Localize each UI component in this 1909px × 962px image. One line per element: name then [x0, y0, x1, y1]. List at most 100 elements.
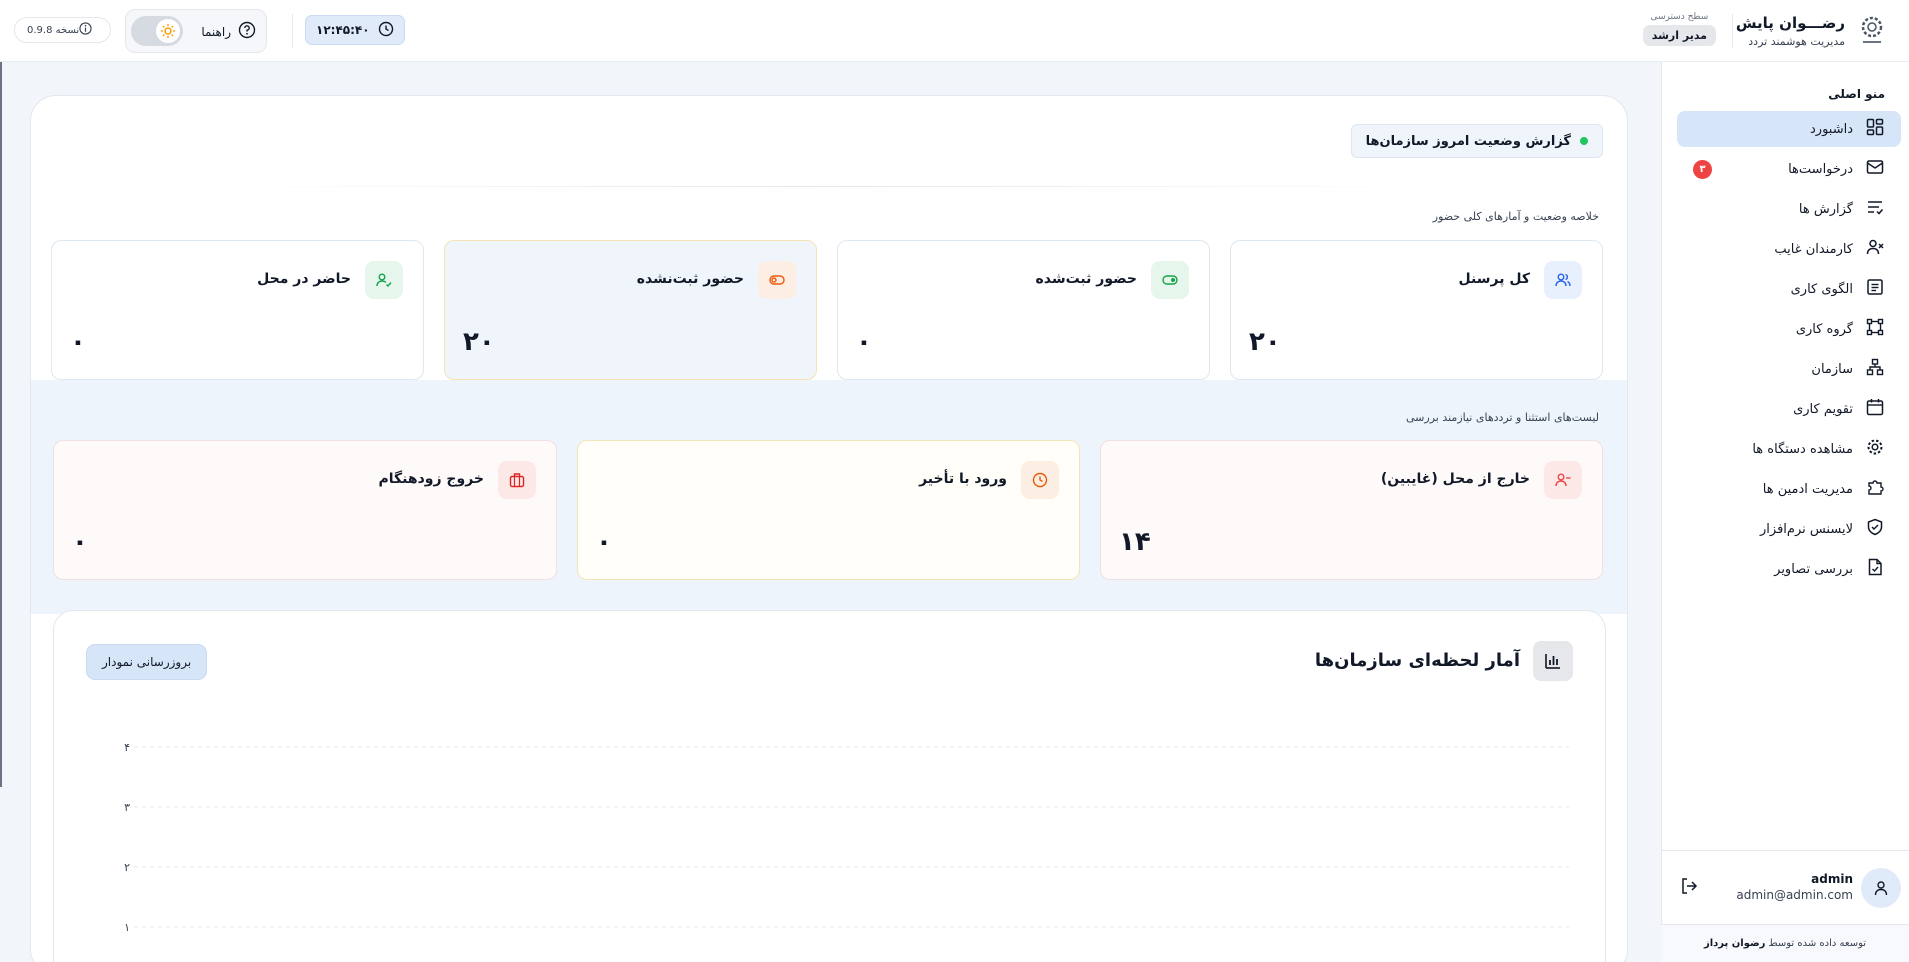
sidebar-item-label: تقویم کاری	[1793, 401, 1853, 417]
version-text: نسخه 0.9.8	[27, 24, 80, 36]
chart-card: آمار لحظه‌ای سازمان‌ها بروزرسانی نمودار …	[53, 610, 1606, 962]
logout-icon[interactable]	[1679, 876, 1699, 900]
divider	[292, 14, 293, 48]
stat-card-present-on-site[interactable]: حاضر در محل ۰	[51, 240, 424, 380]
stat-card-late-arrival[interactable]: ورود با تأخیر ۰	[577, 440, 1080, 580]
sidebar-item-organization[interactable]: سازمان	[1677, 351, 1901, 387]
stat-card-attendance-registered[interactable]: حضور ثبت‌شده ۰	[837, 240, 1210, 380]
brand-subtitle: مدیریت هوشمند تردد	[1748, 35, 1845, 48]
y-tick-label: ۴	[124, 741, 130, 754]
briefcase-icon	[498, 461, 536, 499]
chart-title: آمار لحظه‌ای سازمان‌ها	[1314, 650, 1520, 671]
main-content: گزارش وضعیت امروز سازمان‌ها خلاصه وضعیت …	[30, 95, 1628, 962]
y-tick-label: ۱	[124, 921, 130, 934]
bar-chart-icon	[1533, 641, 1573, 681]
sidebar-item-label: مدیریت ادمین ها	[1762, 481, 1853, 497]
sidebar-item-work-pattern[interactable]: الگوی کاری	[1677, 271, 1901, 307]
brand[interactable]: رضـــوان پایش مدیریت هوشمند تردد	[1736, 10, 1889, 52]
sidebar-item-label: گزارش ها	[1798, 201, 1853, 217]
sidebar-item-work-calendar[interactable]: تقویم کاری	[1677, 391, 1901, 427]
toggle-off-icon	[758, 261, 796, 299]
stat-value: ۲۰	[1249, 327, 1281, 357]
sidebar-item-view-devices[interactable]: مشاهده دستگاه ها	[1677, 431, 1901, 467]
users-icon	[1544, 261, 1582, 299]
stat-card-absent[interactable]: خارج از محل (غایبین) ۱۴	[1100, 440, 1603, 580]
help-label: راهنما	[201, 24, 231, 39]
dashboard-icon	[1865, 117, 1885, 141]
stat-label: حضور ثبت‌نشده	[636, 271, 744, 287]
stat-value: ۰	[70, 327, 86, 357]
question-icon	[238, 21, 256, 42]
sidebar-item-label: سازمان	[1811, 361, 1853, 377]
report-header-pill: گزارش وضعیت امروز سازمان‌ها	[1350, 124, 1603, 158]
access-level: سطح دسترسی مدیر ارشد	[1642, 12, 1716, 46]
user-x-icon	[1865, 237, 1885, 261]
puzzle-icon	[1865, 477, 1885, 501]
stat-label: حاضر در محل	[257, 271, 351, 287]
clock-time: ۱۲:۴۵:۴۰	[316, 23, 370, 37]
brand-logo-icon	[1855, 11, 1889, 51]
y-tick-label: ۲	[124, 861, 130, 874]
menu-title: منو اصلی	[1828, 87, 1885, 101]
stat-card-total-personnel[interactable]: کل پرسنل ۲۰	[1230, 240, 1603, 380]
sidebar-item-reports[interactable]: گزارش ها	[1677, 191, 1901, 227]
sidebar-item-label: داشبورد	[1810, 121, 1853, 137]
toggle-on-icon	[1151, 261, 1189, 299]
refresh-chart-button[interactable]: بروزرسانی نمودار	[86, 644, 208, 680]
summary-section-title: خلاصه وضعیت و آمارهای کلی حضور	[1432, 210, 1599, 223]
gear-icon	[1865, 437, 1885, 461]
stat-label: حضور ثبت‌شده	[1035, 271, 1137, 287]
sidebar-item-label: الگوی کاری	[1790, 281, 1853, 297]
inbox-icon	[1865, 157, 1885, 181]
stat-label: خارج از محل (غایبین)	[1380, 471, 1530, 487]
status-dot	[1580, 137, 1588, 145]
clock: ۱۲:۴۵:۴۰	[305, 15, 405, 45]
sidebar: منو اصلی داشبورد درخواست‌ها ۳ گزارش ها ک…	[1661, 62, 1909, 962]
org-chart-icon	[1865, 357, 1885, 381]
stat-value: ۰	[72, 527, 88, 557]
brand-name: رضـــوان پایش	[1735, 14, 1845, 32]
stat-value: ۱۴	[1119, 527, 1151, 557]
sidebar-footer: توسعه داده شده توسط رضوان پرداز	[1661, 924, 1909, 962]
avatar[interactable]	[1861, 868, 1901, 908]
role-badge: مدیر ارشد	[1642, 25, 1716, 46]
user-name: admin	[1811, 872, 1853, 886]
sidebar-item-review-images[interactable]: بررسی تصاویر	[1677, 551, 1901, 587]
stat-card-attendance-unregistered[interactable]: حضور ثبت‌نشده ۲۰	[444, 240, 817, 380]
top-bar: رضـــوان پایش مدیریت هوشمند تردد سطح دست…	[0, 0, 1909, 62]
stat-label: خروج زودهنگام	[378, 471, 485, 487]
chart-plot: ۱ ۲ ۳ ۴	[124, 741, 1569, 934]
divider	[231, 186, 1427, 187]
scrollbar[interactable]	[0, 62, 2, 787]
sun-icon	[156, 19, 180, 43]
help-theme-box: راهنما	[125, 9, 267, 53]
stat-value: ۰	[596, 527, 612, 557]
stat-card-early-exit[interactable]: خروج زودهنگام ۰	[53, 440, 557, 580]
footer-text: توسعه داده شده توسط	[1768, 938, 1867, 949]
document-icon	[1865, 277, 1885, 301]
sidebar-item-absent-employees[interactable]: کارمندان غایب	[1677, 231, 1901, 267]
sidebar-item-label: لایسنس نرم‌افزار	[1760, 521, 1853, 537]
stat-label: ورود با تأخیر	[919, 471, 1007, 487]
theme-toggle[interactable]	[131, 16, 183, 46]
exceptions-section-title: لیست‌های استثنا و ترددهای نیازمند بررسی	[1406, 411, 1599, 424]
sidebar-item-label: کارمندان غایب	[1774, 241, 1853, 257]
user-check-icon	[365, 261, 403, 299]
file-image-icon	[1865, 557, 1885, 581]
help-button[interactable]: راهنما	[201, 21, 256, 42]
divider	[1732, 14, 1733, 48]
user-email: admin@admin.com	[1736, 888, 1853, 902]
access-level-label: سطح دسترسی	[1650, 12, 1709, 22]
user-minus-icon	[1544, 461, 1582, 499]
sidebar-item-admin-management[interactable]: مدیریت ادمین ها	[1677, 471, 1901, 507]
sidebar-item-work-group[interactable]: گروه کاری	[1677, 311, 1901, 347]
notification-badge: ۳	[1693, 160, 1712, 179]
list-check-icon	[1865, 197, 1885, 221]
calendar-icon	[1865, 397, 1885, 421]
y-tick-label: ۳	[124, 801, 130, 814]
info-icon	[79, 22, 92, 38]
report-title: گزارش وضعیت امروز سازمان‌ها	[1365, 133, 1571, 149]
sidebar-item-software-license[interactable]: لایسنس نرم‌افزار	[1677, 511, 1901, 547]
sidebar-item-requests[interactable]: درخواست‌ها ۳	[1677, 151, 1901, 187]
sidebar-item-dashboard[interactable]: داشبورد	[1677, 111, 1901, 147]
